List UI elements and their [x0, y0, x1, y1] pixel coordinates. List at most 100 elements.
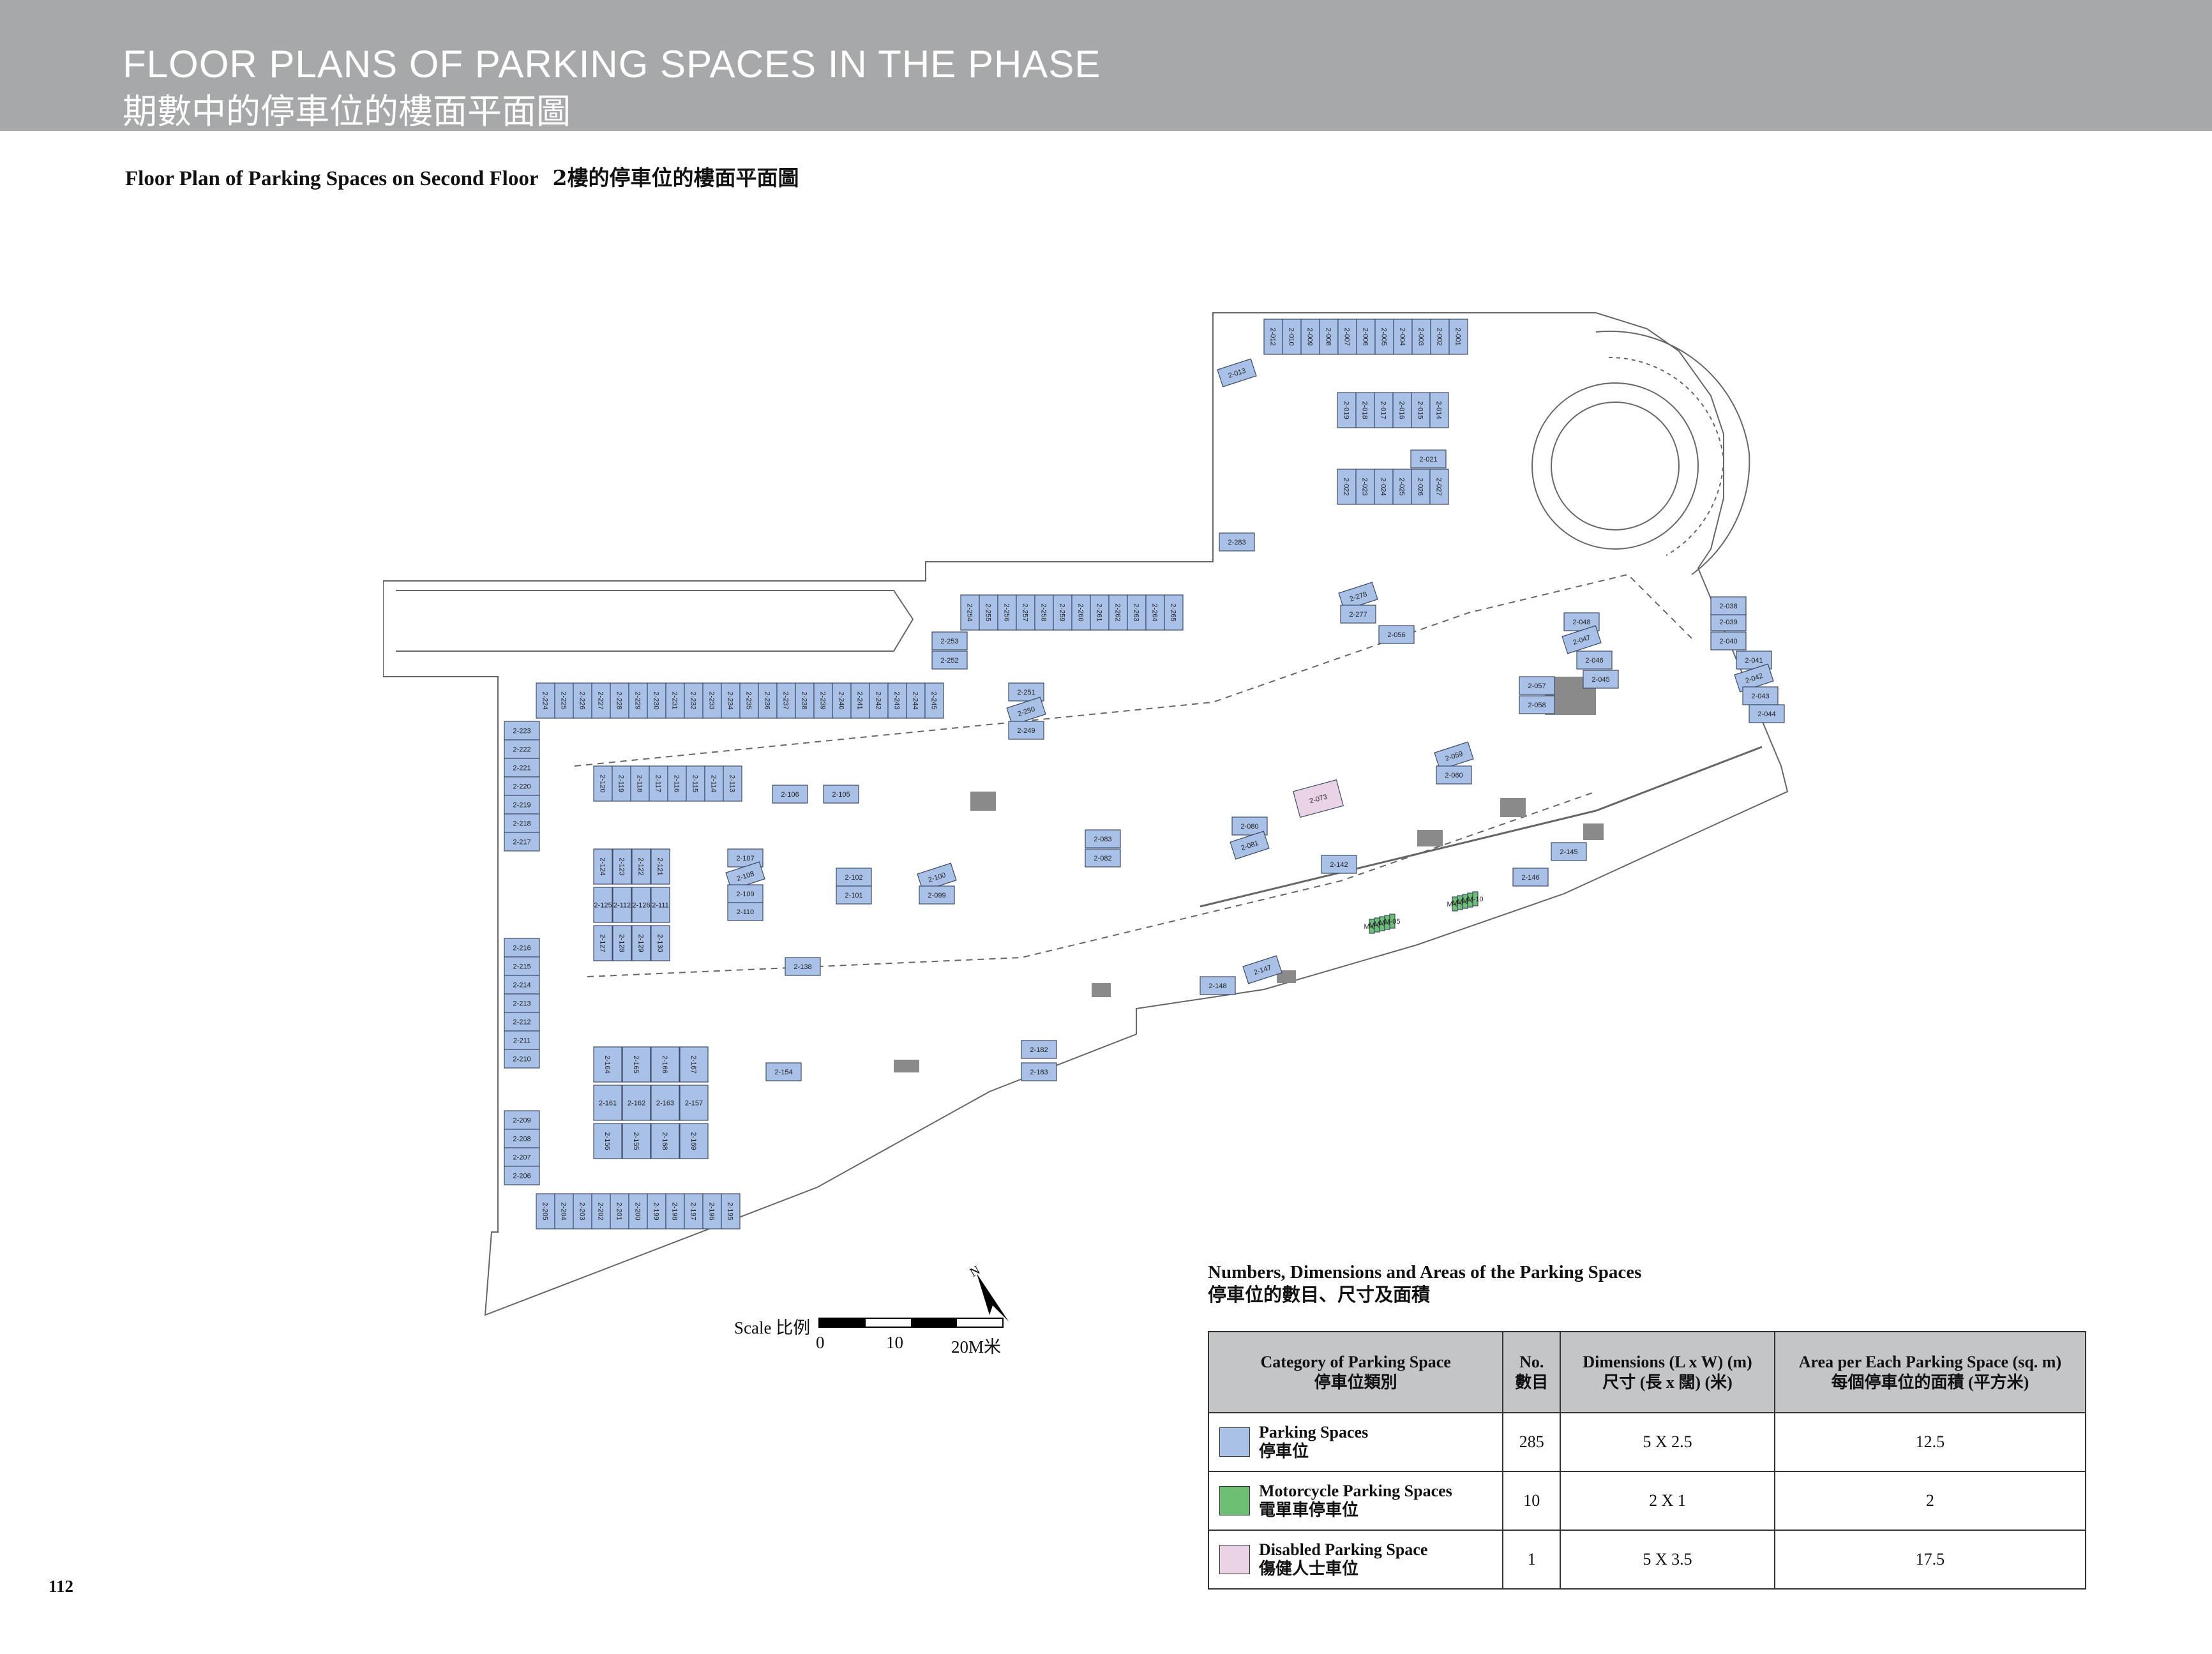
parking-space-label: 2-226 [578, 691, 586, 709]
parking-space-label: 2-001 [1454, 327, 1462, 345]
parking-space: 2-245 [924, 682, 944, 719]
parking-space: 2-006 [1356, 319, 1376, 355]
parking-space-label: 2-102 [845, 874, 862, 882]
parking-space: 2-237 [776, 682, 796, 719]
parking-space-label: 2-083 [1094, 836, 1111, 843]
header-number: No. 數目 [1502, 1331, 1561, 1413]
parking-space: 2-125 [593, 887, 613, 923]
parking-space-label: 2-221 [513, 765, 530, 772]
parking-space: 2-264 [1145, 594, 1165, 631]
parking-space: 2-196 [702, 1193, 722, 1229]
parking-space-label: 2-232 [689, 691, 697, 709]
category-cell: Parking Spaces 停車位 [1207, 1412, 1504, 1472]
parking-space-label: 2-200 [634, 1202, 642, 1220]
parking-space-label: 2-129 [637, 934, 645, 952]
parking-space-label: 2-018 [1361, 401, 1369, 419]
parking-space: 2-229 [628, 682, 648, 719]
parking-space: 2-211 [504, 1030, 540, 1050]
parking-space-label: 2-230 [652, 691, 660, 709]
parking-space: 2-016 [1392, 392, 1412, 428]
parking-space-label: 2-056 [1387, 631, 1405, 639]
parking-space-label: 2-220 [513, 783, 530, 791]
parking-space-label: 2-040 [1719, 638, 1737, 645]
parking-space-label: 2-218 [513, 820, 530, 828]
dimension-cell: 5 X 3.5 [1560, 1530, 1775, 1590]
parking-space-label: M-10 [1467, 896, 1483, 903]
header-category: Category of Parking Space 停車位類別 [1207, 1331, 1504, 1413]
parking-space-label: 2-148 [1208, 982, 1226, 990]
parking-space-label: 2-124 [599, 857, 606, 875]
parking-space-label: 2-216 [513, 945, 530, 952]
parking-space: 2-073 [1293, 779, 1344, 818]
parking-space: 2-005 [1374, 319, 1394, 355]
parking-space: 2-169 [679, 1123, 709, 1159]
parking-space-label: 2-008 [1325, 327, 1332, 345]
category-cell: Motorcycle Parking Spaces 電單車停車位 [1207, 1471, 1504, 1531]
parking-space: 2-081 [1230, 831, 1270, 860]
parking-space-label: 2-038 [1719, 603, 1737, 610]
parking-space-label: 2-010 [1288, 327, 1295, 345]
parking-space: 2-010 [1282, 319, 1302, 355]
table-row: Disabled Parking Space 傷健人士車位 1 5 X 3.5 1… [1207, 1530, 2087, 1590]
parking-space: 2-119 [612, 765, 631, 802]
parking-space: 2-242 [869, 682, 889, 719]
parking-space: 2-082 [1085, 848, 1121, 868]
parking-space-label: 2-113 [728, 775, 736, 792]
parking-space-label: 2-017 [1380, 401, 1387, 419]
dimension-cell: 5 X 2.5 [1560, 1412, 1775, 1472]
parking-space-label: 2-198 [671, 1202, 679, 1220]
parking-space: 2-056 [1378, 625, 1415, 644]
parking-space: 2-102 [836, 868, 872, 887]
plan-subtitle-en: Floor Plan of Parking Spaces on Second F… [125, 167, 539, 190]
parking-space-label: 2-126 [632, 902, 650, 910]
parking-space-label: 2-048 [1572, 619, 1590, 626]
parking-space: 2-222 [504, 739, 540, 759]
parking-space: 2-241 [850, 682, 870, 719]
parking-space: 2-022 [1337, 469, 1357, 505]
scale-tick-2: 20M米 [951, 1337, 1002, 1357]
parking-space: 2-127 [593, 925, 613, 961]
header-area: Area per Each Parking Space (sq. m) 每個停車位… [1773, 1331, 2087, 1413]
parking-space: 2-250 [1006, 696, 1046, 726]
parking-space: 2-019 [1337, 392, 1357, 428]
parking-space-label: 2-120 [599, 774, 606, 792]
parking-space-label: 2-241 [856, 691, 864, 709]
parking-space-label: 2-261 [1095, 603, 1103, 621]
parking-space-label: 2-118 [636, 775, 643, 792]
parking-space: 2-130 [651, 925, 670, 961]
parking-space: 2-040 [1710, 631, 1747, 650]
area-cell: 17.5 [1773, 1530, 2087, 1590]
parking-space: 2-142 [1321, 855, 1357, 874]
parking-space-label: 2-253 [940, 638, 958, 645]
parking-space: 2-215 [504, 956, 540, 976]
parking-space-label: 2-245 [930, 691, 938, 709]
scale-bar: Scale 比例 0 10 20M米 [734, 1309, 1004, 1360]
parking-space-label: 2-142 [1330, 861, 1348, 869]
parking-space: 2-243 [887, 682, 907, 719]
parking-space: 2-199 [647, 1193, 666, 1229]
parking-space: 2-257 [1016, 594, 1035, 631]
plan-subtitle-zh: 2樓的停車位的樓面平面圖 [552, 165, 799, 190]
parking-space-label: 2-027 [1435, 477, 1443, 495]
plan-subtitle: Floor Plan of Parking Spaces on Second F… [125, 161, 799, 192]
parking-space: 2-018 [1355, 392, 1375, 428]
parking-space-label: 2-209 [513, 1117, 530, 1125]
parking-space: 2-114 [704, 765, 724, 802]
plan-outline [383, 312, 1789, 1316]
scale-label: Scale 比例 [734, 1318, 811, 1337]
parking-space-label: 2-002 [1436, 327, 1443, 345]
parking-space: 2-198 [665, 1193, 685, 1229]
parking-space-label: 2-210 [513, 1056, 530, 1064]
parking-space-label: 2-215 [513, 963, 530, 971]
parking-space: 2-202 [591, 1193, 611, 1229]
parking-space-label: 2-155 [632, 1132, 640, 1150]
parking-space: 2-024 [1374, 469, 1394, 505]
parking-space: 2-205 [536, 1193, 555, 1229]
parking-space-label: 2-277 [1349, 611, 1367, 619]
parking-space: 2-253 [931, 631, 968, 650]
parking-space-label: 2-239 [819, 691, 827, 709]
parking-space-label: 2-249 [1017, 727, 1035, 735]
parking-space: 2-223 [504, 721, 540, 741]
parking-space: 2-283 [1219, 532, 1255, 552]
parking-space: 2-105 [823, 785, 859, 804]
